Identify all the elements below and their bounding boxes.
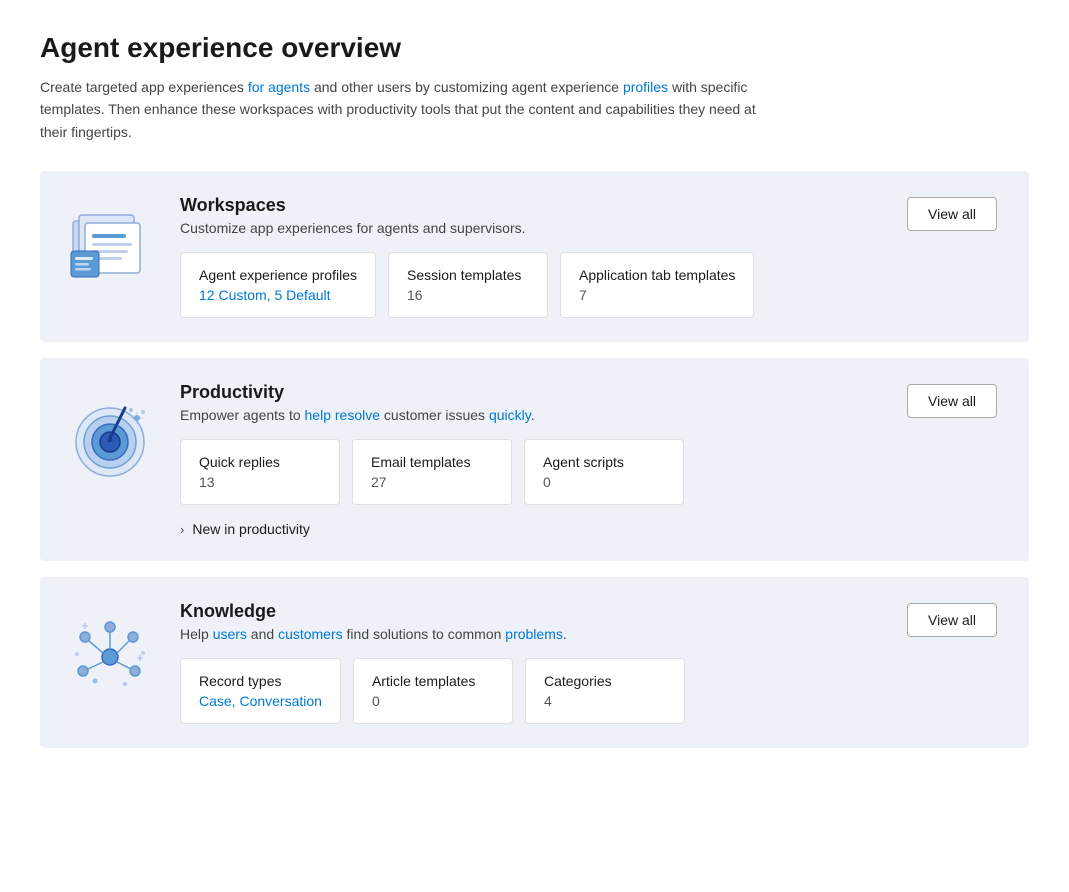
chevron-right-icon: › xyxy=(180,522,184,537)
record-types-card[interactable]: Record types Case, Conversation xyxy=(180,658,341,724)
quick-replies-card[interactable]: Quick replies 13 xyxy=(180,439,340,505)
workspaces-view-all-button[interactable]: View all xyxy=(907,197,997,231)
productivity-title-area: Productivity Empower agents to help reso… xyxy=(180,382,535,423)
knowledge-section: Knowledge Help users and customers find … xyxy=(40,577,1029,748)
page-container: Agent experience overview Create targete… xyxy=(0,0,1069,892)
app-tab-templates-card[interactable]: Application tab templates 7 xyxy=(560,252,754,318)
productivity-header: Productivity Empower agents to help reso… xyxy=(180,382,1005,423)
productivity-section: Productivity Empower agents to help reso… xyxy=(40,358,1029,561)
knowledge-title: Knowledge xyxy=(180,601,567,622)
workspace-icon xyxy=(65,203,155,298)
productivity-desc-link1[interactable]: help resolve xyxy=(305,407,381,423)
agent-profiles-card-title: Agent experience profiles xyxy=(199,267,357,283)
quick-replies-card-value: 13 xyxy=(199,474,321,490)
agent-profiles-card-value: 12 Custom, 5 Default xyxy=(199,287,357,303)
productivity-desc: Empower agents to help resolve customer … xyxy=(180,407,535,423)
app-tab-templates-card-value: 7 xyxy=(579,287,735,303)
agent-scripts-card-value: 0 xyxy=(543,474,665,490)
productivity-icon-area xyxy=(40,382,180,493)
session-templates-card-value: 16 xyxy=(407,287,529,303)
article-templates-card-title: Article templates xyxy=(372,673,494,689)
categories-card-value: 4 xyxy=(544,693,666,709)
knowledge-icon xyxy=(65,609,155,704)
desc-link-agents[interactable]: for agents xyxy=(248,79,310,95)
workspaces-desc: Customize app experiences for agents and… xyxy=(180,220,526,236)
knowledge-content: Knowledge Help users and customers find … xyxy=(180,601,1005,724)
email-templates-card-title: Email templates xyxy=(371,454,493,470)
desc-link-profiles[interactable]: profiles xyxy=(623,79,668,95)
categories-card[interactable]: Categories 4 xyxy=(525,658,685,724)
productivity-cards: Quick replies 13 Email templates 27 Agen… xyxy=(180,439,1005,505)
knowledge-desc-link1[interactable]: users xyxy=(213,626,247,642)
knowledge-icon-area xyxy=(40,601,180,712)
knowledge-desc-link3[interactable]: problems xyxy=(505,626,563,642)
email-templates-card-value: 27 xyxy=(371,474,493,490)
workspaces-title-area: Workspaces Customize app experiences for… xyxy=(180,195,526,236)
productivity-content: Productivity Empower agents to help reso… xyxy=(180,382,1005,537)
workspaces-header: Workspaces Customize app experiences for… xyxy=(180,195,1005,236)
workspaces-title: Workspaces xyxy=(180,195,526,216)
agent-scripts-card-title: Agent scripts xyxy=(543,454,665,470)
page-description: Create targeted app experiences for agen… xyxy=(40,76,760,143)
workspaces-icon-area xyxy=(40,195,180,306)
agent-scripts-card[interactable]: Agent scripts 0 xyxy=(524,439,684,505)
record-types-card-value: Case, Conversation xyxy=(199,693,322,709)
knowledge-desc-link2[interactable]: customers xyxy=(278,626,343,642)
productivity-icon xyxy=(65,390,155,485)
record-types-card-title: Record types xyxy=(199,673,322,689)
workspaces-cards: Agent experience profiles 12 Custom, 5 D… xyxy=(180,252,1005,318)
session-templates-card[interactable]: Session templates 16 xyxy=(388,252,548,318)
quick-replies-card-title: Quick replies xyxy=(199,454,321,470)
workspaces-section: Workspaces Customize app experiences for… xyxy=(40,171,1029,342)
new-in-productivity-label: New in productivity xyxy=(192,521,310,537)
page-title: Agent experience overview xyxy=(40,32,1029,64)
knowledge-title-area: Knowledge Help users and customers find … xyxy=(180,601,567,642)
agent-profiles-card[interactable]: Agent experience profiles 12 Custom, 5 D… xyxy=(180,252,376,318)
session-templates-card-title: Session templates xyxy=(407,267,529,283)
app-tab-templates-card-title: Application tab templates xyxy=(579,267,735,283)
productivity-title: Productivity xyxy=(180,382,535,403)
email-templates-card[interactable]: Email templates 27 xyxy=(352,439,512,505)
new-in-productivity-link[interactable]: › New in productivity xyxy=(180,521,1005,537)
article-templates-card[interactable]: Article templates 0 xyxy=(353,658,513,724)
knowledge-cards: Record types Case, Conversation Article … xyxy=(180,658,1005,724)
knowledge-view-all-button[interactable]: View all xyxy=(907,603,997,637)
knowledge-desc: Help users and customers find solutions … xyxy=(180,626,567,642)
knowledge-header: Knowledge Help users and customers find … xyxy=(180,601,1005,642)
categories-card-title: Categories xyxy=(544,673,666,689)
productivity-desc-link2[interactable]: quickly xyxy=(489,407,531,423)
article-templates-card-value: 0 xyxy=(372,693,494,709)
workspaces-content: Workspaces Customize app experiences for… xyxy=(180,195,1005,318)
productivity-view-all-button[interactable]: View all xyxy=(907,384,997,418)
